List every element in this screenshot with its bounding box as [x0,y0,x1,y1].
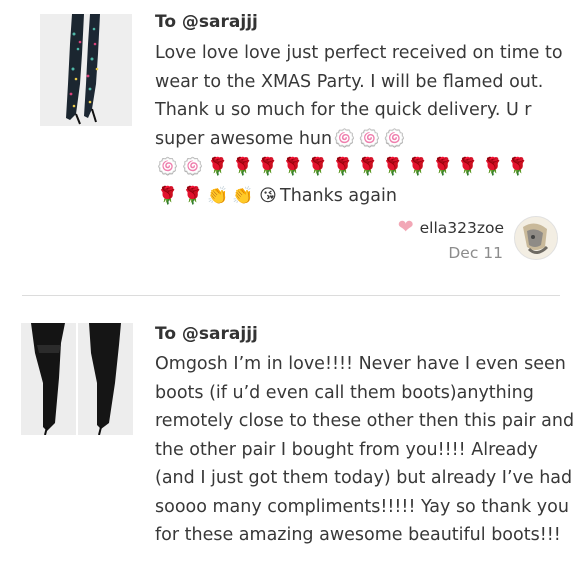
emoji: 🌹 [182,185,203,206]
avatar[interactable] [514,216,558,260]
emoji: 😘 [259,185,277,206]
emoji: 🍥 [358,128,381,149]
review-card: To @sarajjj Love love love just perfect … [0,0,580,296]
review-message: Love love love just perfect received on … [155,39,575,210]
emoji: 🌹 [207,157,228,177]
emoji: 🌹 [157,185,178,206]
emoji: 🌹 [457,157,478,177]
emoji-row: 🌹 🌹 👏 👏 😘 [155,186,280,206]
emoji: 🍥 [157,157,178,177]
divider [22,295,560,296]
emoji: 🌹 [307,157,328,177]
review-author[interactable]: ❤ ella323zoe [398,218,504,237]
emoji-group: 🍥 🍥 🍥 [332,129,407,149]
product-thumbnail[interactable] [21,323,133,435]
emoji: 👏 [207,185,228,206]
emoji: 🌹 [432,157,453,177]
emoji: 👏 [232,185,253,206]
recipient-line: To @sarajjj [155,324,258,344]
review-message: Omgosh I’m in love!!!! Never have I even… [155,354,575,545]
emoji: 🌹 [282,157,303,177]
emoji: 🌹 [357,157,378,177]
author-username[interactable]: ella323zoe [420,219,504,237]
review-text-tail: Thanks again [280,185,397,206]
sequin-boot-image [40,14,132,126]
emoji: 🌹 [507,157,528,177]
review-card: To @sarajjj Omgosh I’m in love!!!! Never… [0,297,580,579]
emoji: 🍥 [333,128,356,149]
emoji: 🍥 [182,157,203,177]
product-thumbnail[interactable] [40,14,132,126]
review-date: Dec 11 [448,244,503,262]
emoji: 🍥 [383,128,406,149]
emoji-row: 🍥 🍥 🌹 🌹 🌹 🌹 🌹 🌹 🌹 🌹 🌹 🌹 🌹 🌹 🌹 [155,153,575,182]
emoji: 🌹 [482,157,503,177]
avatar-image [515,217,557,259]
emoji: 🌹 [382,157,403,177]
recipient-line: To @sarajjj [155,12,258,32]
emoji: 🌹 [232,157,253,177]
heart-icon: ❤ [397,216,414,238]
emoji: 🌹 [407,157,428,177]
thigh-boot-image [21,323,133,435]
emoji: 🌹 [332,157,353,177]
emoji: 🌹 [257,157,278,177]
